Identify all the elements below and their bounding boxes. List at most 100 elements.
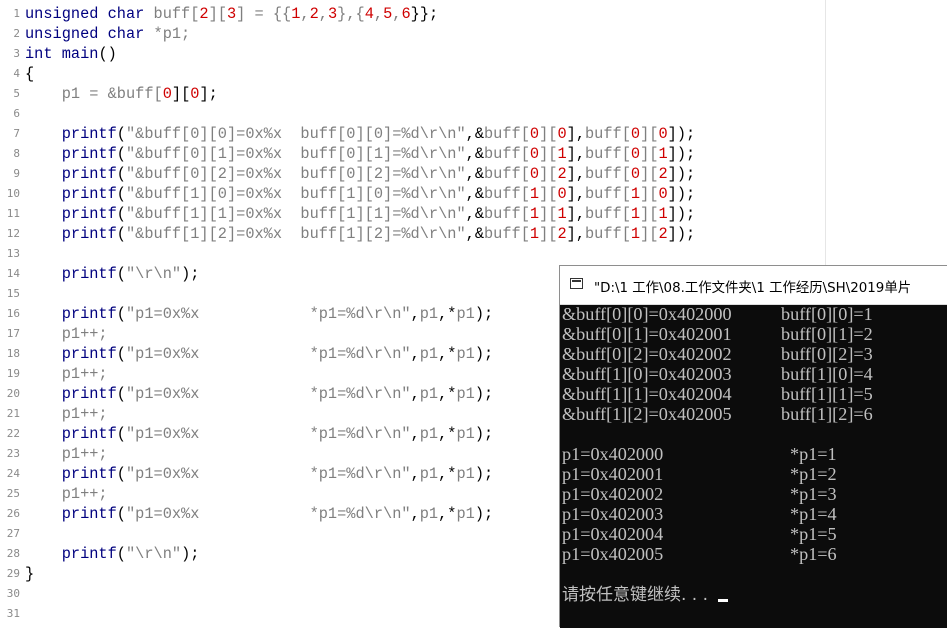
console-output-value: buff[0][1]=2 <box>781 324 873 344</box>
code-token: printf <box>61 505 117 523</box>
code-token: 2 <box>199 5 209 23</box>
code-token: ( <box>116 545 126 563</box>
code-token: ] = {{ <box>236 5 292 23</box>
code-token: , <box>410 425 420 443</box>
line-number: 30 <box>6 587 20 600</box>
code-line[interactable]: printf("&buff[1][0]=0x%x buff[1][0]=%d\r… <box>25 184 695 204</box>
code-token: ]); <box>667 185 696 203</box>
console-output-line: &buff[1][2]=0x402005 buff[1][2]=6 <box>562 404 873 424</box>
console-output-value: *p1=5 <box>790 524 837 544</box>
line-number: 7 <box>13 127 20 140</box>
code-token: 5 <box>383 5 393 23</box>
code-token: , <box>318 5 328 23</box>
line-number: 10 <box>6 187 20 200</box>
console-output-address: &buff[0][0]=0x402000 <box>562 304 732 324</box>
line-number-gutter: 1 2 3 4 5 6 7 8 9 10 11 12 13 14 15 16 17 18 19 20 21 22 23 24 2… <box>0 4 22 624</box>
line-number: 2 <box>13 27 20 40</box>
code-token: p1 = &buff[ <box>25 85 163 103</box>
console-prompt-line: 请按任意键继续. . . <box>562 584 732 605</box>
code-token: p1 <box>419 425 439 443</box>
code-line[interactable]: { <box>25 64 695 84</box>
code-token: printf <box>61 205 117 223</box>
console-output-address: p1=0x402002 <box>562 484 664 504</box>
code-token: 0 <box>630 125 641 143</box>
line-number: 17 <box>6 327 20 340</box>
code-token: ,& <box>465 185 484 203</box>
code-token: ]); <box>667 125 696 143</box>
code-token: "&buff[0][0]=0x%x buff[0][0]=%d\r\n" <box>125 125 466 143</box>
line-number: 31 <box>6 607 20 620</box>
code-token: ( <box>116 165 126 183</box>
console-prompt: 请按任意键继续. . . <box>562 585 709 605</box>
code-token: "p1=0x%x *p1=%d\r\n" <box>125 305 411 323</box>
code-token: 3 <box>226 5 237 23</box>
code-token: 0 <box>529 145 540 163</box>
code-token: , <box>410 305 420 323</box>
code-token: ); <box>474 305 494 323</box>
code-token: 2 <box>658 165 668 183</box>
code-line[interactable]: printf("&buff[0][0]=0x%x buff[0][0]=%d\r… <box>25 124 695 144</box>
line-number: 3 <box>13 47 20 60</box>
line-number: 15 <box>6 287 20 300</box>
line-number: 1 <box>13 7 20 20</box>
code-token: "&buff[0][1]=0x%x buff[0][1]=%d\r\n" <box>125 145 466 163</box>
code-line[interactable]: p1 = &buff[0][0]; <box>25 84 695 104</box>
code-token: ); <box>474 345 494 363</box>
code-line[interactable] <box>25 104 695 124</box>
line-number: 6 <box>13 107 20 120</box>
code-token: unsigned <box>25 5 99 23</box>
console-output-line: &buff[0][1]=0x402001 buff[0][1]=2 <box>562 324 873 344</box>
code-token: ][ <box>640 145 659 163</box>
code-token: "&buff[1][0]=0x%x buff[1][0]=%d\r\n" <box>125 185 466 203</box>
console-titlebar[interactable]: "D:\1 工作\08.工作文件夹\1 工作经历\SH\2019单片 <box>560 266 947 305</box>
code-token: "\r\n" <box>125 545 182 563</box>
code-token: printf <box>61 165 117 183</box>
code-token: p1 <box>419 465 439 483</box>
code-token: p1 <box>419 305 439 323</box>
code-token: ( <box>116 125 126 143</box>
console-output-address: p1=0x402000 <box>562 444 664 464</box>
code-line[interactable]: printf("&buff[0][1]=0x%x buff[0][1]=%d\r… <box>25 144 695 164</box>
code-token: 2 <box>658 225 668 243</box>
console-output-address: &buff[0][1]=0x402001 <box>562 324 732 344</box>
code-token: ][ <box>640 205 659 223</box>
line-number: 26 <box>6 507 20 520</box>
code-token: 0 <box>658 185 668 203</box>
code-token: "&buff[1][2]=0x%x buff[1][2]=%d\r\n" <box>125 225 466 243</box>
code-token: buff[ <box>484 205 530 223</box>
console-window[interactable]: "D:\1 工作\08.工作文件夹\1 工作经历\SH\2019单片 &buff… <box>560 266 947 628</box>
code-line[interactable]: printf("&buff[1][2]=0x%x buff[1][2]=%d\r… <box>25 224 695 244</box>
code-token: }}; <box>410 5 439 23</box>
code-token: ,& <box>465 205 484 223</box>
code-line[interactable]: unsigned char *p1; <box>25 24 695 44</box>
code-token: 1 <box>529 205 540 223</box>
code-token: printf <box>61 425 117 443</box>
code-line[interactable] <box>25 244 695 264</box>
code-token: ][ <box>171 85 191 103</box>
console-output-value: *p1=4 <box>790 504 837 524</box>
console-title: "D:\1 工作\08.工作文件夹\1 工作经历\SH\2019单片 <box>594 281 912 296</box>
code-token: ][ <box>539 145 558 163</box>
code-token: buff[ <box>585 125 631 143</box>
code-token: printf <box>61 465 117 483</box>
code-line[interactable]: unsigned char buff[2][3] = {{1,2,3},{4,5… <box>25 4 695 24</box>
console-cursor <box>718 599 729 602</box>
code-token: ); <box>474 385 494 403</box>
console-output-address: p1=0x402005 <box>562 544 664 564</box>
code-token: p1++; <box>25 405 108 423</box>
code-token: 3 <box>327 5 338 23</box>
code-line[interactable]: int main() <box>25 44 695 64</box>
code-token: ( <box>116 385 126 403</box>
code-token: unsigned <box>25 25 99 43</box>
console-output-value: buff[0][2]=3 <box>781 344 873 364</box>
code-line[interactable]: printf("&buff[0][2]=0x%x buff[0][2]=%d\r… <box>25 164 695 184</box>
code-line[interactable]: printf("&buff[1][1]=0x%x buff[1][1]=%d\r… <box>25 204 695 224</box>
